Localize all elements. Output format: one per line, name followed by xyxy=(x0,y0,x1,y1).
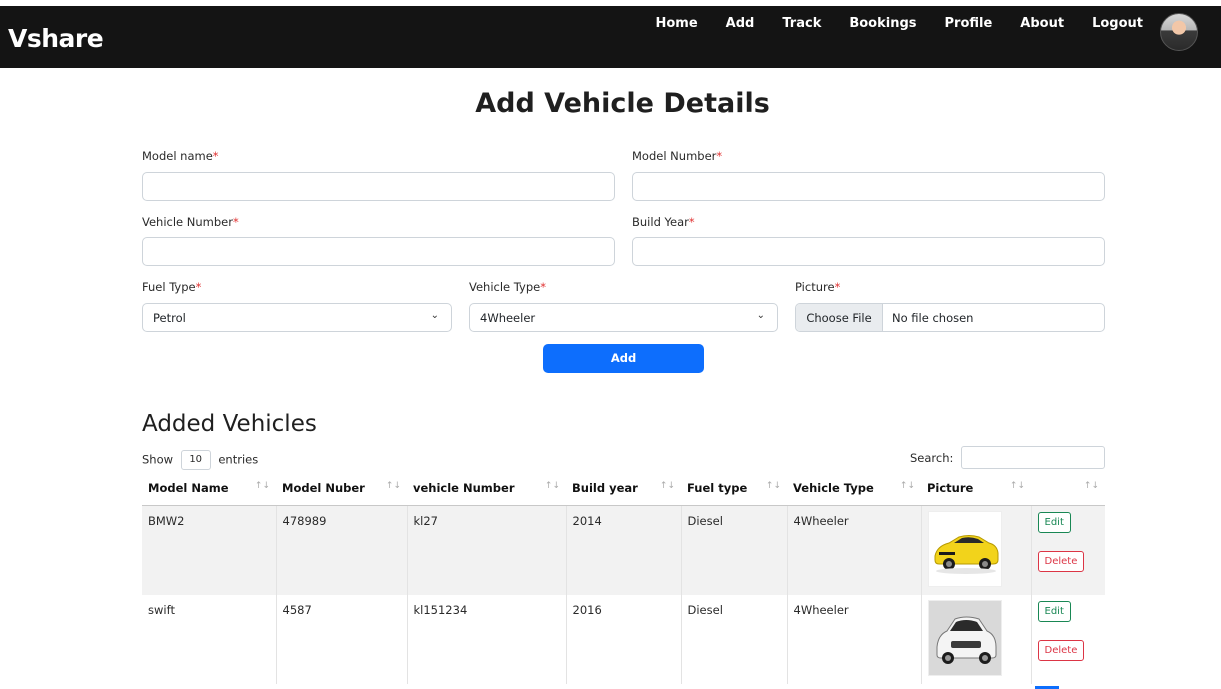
user-avatar[interactable] xyxy=(1160,13,1198,51)
cell-fuel-type: Diesel xyxy=(681,594,788,684)
search-label: Search: xyxy=(910,451,954,465)
build-year-label: Build Year* xyxy=(632,215,695,229)
model-number-label: Model Number* xyxy=(632,149,723,163)
nav-profile[interactable]: Profile xyxy=(945,16,993,31)
white-hatchback-car-image xyxy=(927,599,1002,676)
cell-vehicle-type: 4Wheeler xyxy=(787,505,922,595)
cell-actions: Edit Delete xyxy=(1031,594,1105,684)
sort-icon: ↑↓ xyxy=(254,481,270,491)
sort-icon: ↑↓ xyxy=(659,481,675,491)
yellow-sports-car-image xyxy=(927,510,1002,587)
cell-build-year: 2016 xyxy=(566,594,682,684)
entries-length-control: Show 10 entries xyxy=(142,450,258,470)
fuel-type-select[interactable]: Petrol ⌄ xyxy=(142,303,452,332)
vehicle-type-label: Vehicle Type* xyxy=(469,280,546,294)
edit-button[interactable]: Edit xyxy=(1037,600,1071,622)
entries-select[interactable]: 10 xyxy=(180,450,211,470)
top-navbar: Vshare Home Add Track Bookings Profile A… xyxy=(0,6,1221,68)
sort-icon: ↑↓ xyxy=(544,481,560,491)
vehicle-number-input[interactable] xyxy=(142,237,615,266)
nav-bookings[interactable]: Bookings xyxy=(849,16,916,31)
nav-home[interactable]: Home xyxy=(655,16,697,31)
page-title: Add Vehicle Details xyxy=(475,88,770,119)
cell-model-number: 4587 xyxy=(276,594,408,684)
added-vehicles-title: Added Vehicles xyxy=(142,411,317,437)
col-build-year[interactable]: Build year ↑↓ xyxy=(566,472,681,506)
nav-about[interactable]: About xyxy=(1020,16,1064,31)
vehicle-type-select[interactable]: 4Wheeler ⌄ xyxy=(469,303,778,332)
cell-vehicle-type: 4Wheeler xyxy=(787,594,922,684)
cell-build-year: 2014 xyxy=(566,505,682,595)
delete-button[interactable]: Delete xyxy=(1037,550,1085,572)
add-vehicle-button[interactable]: Add xyxy=(543,344,704,373)
vehicle-number-label: Vehicle Number* xyxy=(142,215,239,229)
col-vehicle-type[interactable]: Vehicle Type ↑↓ xyxy=(787,472,921,506)
choose-file-button[interactable]: Choose File xyxy=(796,304,883,331)
table-header-row: Model Name ↑↓ Model Nuber ↑↓ vehicle Numbe… xyxy=(142,472,1105,506)
nav-logout[interactable]: Logout xyxy=(1092,16,1143,31)
sort-icon: ↑↓ xyxy=(1083,481,1099,491)
cell-picture xyxy=(921,594,1032,684)
col-model-number[interactable]: Model Nuber ↑↓ xyxy=(276,472,407,506)
col-fuel-type[interactable]: Fuel type ↑↓ xyxy=(681,472,787,506)
col-vehicle-number[interactable]: vehicle Number ↑↓ xyxy=(407,472,566,506)
build-year-input[interactable] xyxy=(632,237,1105,266)
table-row: BMW2 478989 kl27 2014 Diesel 4Wheeler Ed… xyxy=(142,505,1105,595)
sort-icon: ↑↓ xyxy=(899,481,915,491)
cell-picture xyxy=(921,505,1032,595)
cell-model-name: swift xyxy=(142,594,277,684)
nav-links: Home Add Track Bookings Profile About Lo… xyxy=(627,16,1143,31)
col-actions[interactable]: ↑↓ xyxy=(1031,472,1105,506)
vehicles-table: Model Name ↑↓ Model Nuber ↑↓ vehicle Numbe… xyxy=(142,472,1105,684)
col-picture[interactable]: Picture ↑↓ xyxy=(921,472,1031,506)
chevron-down-icon: ⌄ xyxy=(430,310,439,321)
fuel-type-value: Petrol xyxy=(153,311,186,325)
cell-vehicle-number: kl27 xyxy=(407,505,567,595)
nav-add[interactable]: Add xyxy=(726,16,755,31)
cell-model-number: 478989 xyxy=(276,505,408,595)
sort-icon: ↑↓ xyxy=(765,481,781,491)
picture-file-input[interactable]: Choose File No file chosen xyxy=(795,303,1105,332)
brand-logo[interactable]: Vshare xyxy=(8,24,104,53)
model-name-label: Model name* xyxy=(142,149,219,163)
cell-vehicle-number: kl151234 xyxy=(407,594,567,684)
edit-button[interactable]: Edit xyxy=(1037,511,1071,533)
model-name-input[interactable] xyxy=(142,172,615,201)
cell-actions: Edit Delete xyxy=(1031,505,1105,595)
table-row: swift 4587 kl151234 2016 Diesel 4Wheeler xyxy=(142,594,1105,684)
col-model-name[interactable]: Model Name ↑↓ xyxy=(142,472,276,506)
sort-icon: ↑↓ xyxy=(1009,481,1025,491)
model-number-input[interactable] xyxy=(632,172,1105,201)
picture-label: Picture* xyxy=(795,280,841,294)
cell-model-name: BMW2 xyxy=(142,505,277,595)
search-input[interactable] xyxy=(961,446,1105,469)
fuel-type-label: Fuel Type* xyxy=(142,280,202,294)
vehicle-type-value: 4Wheeler xyxy=(480,311,536,325)
delete-button[interactable]: Delete xyxy=(1037,639,1085,661)
sort-icon: ↑↓ xyxy=(385,481,401,491)
nav-track[interactable]: Track xyxy=(782,16,821,31)
cell-fuel-type: Diesel xyxy=(681,505,788,595)
file-status-text: No file chosen xyxy=(892,311,974,325)
chevron-down-icon: ⌄ xyxy=(756,310,765,321)
